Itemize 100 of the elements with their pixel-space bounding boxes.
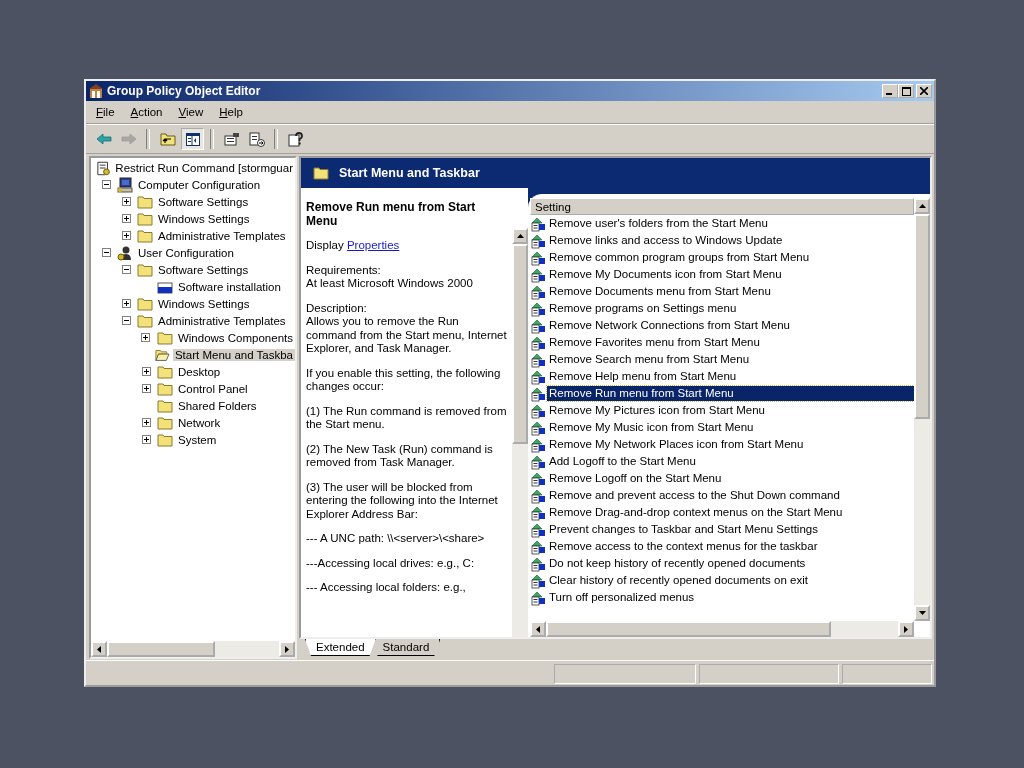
setting-item[interactable]: Remove My Documents icon from Start Menu xyxy=(547,267,784,282)
collapse-icon[interactable] xyxy=(101,248,111,257)
setting-item[interactable]: Remove user's folders from the Start Menu xyxy=(547,216,770,231)
setting-item[interactable]: Turn off personalized menus xyxy=(547,590,697,605)
view-tab[interactable]: Extended xyxy=(305,639,376,656)
setting-item[interactable]: Remove Run menu from Start Menu xyxy=(547,386,914,401)
setting-item[interactable]: Clear history of recently opened documents on exit xyxy=(547,573,810,588)
window-title: Group Policy Object Editor xyxy=(107,84,261,98)
description-paragraph: (3) The user will be blocked from entering the following into the Internet Explorer Address Bar: xyxy=(306,480,499,521)
tree-item[interactable]: User Configuration xyxy=(136,246,236,259)
folder-icon xyxy=(156,330,173,345)
setting-item[interactable]: Remove Favorites menu from Start Menu xyxy=(547,335,762,350)
scrollbar-thumb[interactable] xyxy=(107,641,215,657)
menu-item[interactable]: Action xyxy=(124,104,169,120)
expand-icon[interactable] xyxy=(141,367,151,376)
folder-icon xyxy=(137,228,153,243)
split-pane-icon xyxy=(185,132,200,146)
left-arrow-icon xyxy=(95,133,112,145)
expand-icon[interactable] xyxy=(121,231,131,240)
folder-up-icon xyxy=(159,132,176,146)
properties-icon xyxy=(223,132,240,146)
down-triangle-icon xyxy=(918,611,926,615)
tree-item[interactable]: Windows Components xyxy=(175,331,295,344)
setting-item[interactable]: Prevent changes to Taskbar and Start Menu Settings xyxy=(547,522,820,537)
folder-icon xyxy=(313,166,329,180)
menu-item[interactable]: View xyxy=(172,104,210,120)
policy-scroll-icon xyxy=(95,159,111,176)
tree-item[interactable]: Software Settings xyxy=(156,195,251,208)
scroll-left-button[interactable] xyxy=(530,621,546,637)
collapse-icon[interactable] xyxy=(101,180,111,189)
tree-item[interactable]: Windows Settings xyxy=(156,212,252,225)
folder-icon xyxy=(137,313,153,328)
setting-item[interactable]: Remove Search menu from Start Menu xyxy=(547,352,752,367)
tree-item[interactable]: Network xyxy=(176,416,223,429)
tree-item[interactable]: Control Panel xyxy=(176,382,250,395)
setting-item[interactable]: Remove My Pictures icon from Start Menu xyxy=(547,403,767,418)
setting-item[interactable]: Add Logoff to the Start Menu xyxy=(547,454,698,469)
close-button[interactable] xyxy=(916,84,932,98)
folder-icon xyxy=(157,432,173,447)
scroll-up-button[interactable] xyxy=(512,228,528,244)
expand-icon[interactable] xyxy=(121,299,131,308)
tree-item[interactable]: Windows Settings xyxy=(156,297,252,310)
tree-item[interactable]: Desktop xyxy=(176,365,223,378)
setting-item[interactable]: Remove and prevent access to the Shut Down command xyxy=(547,488,842,503)
minimize-button[interactable] xyxy=(882,84,898,98)
collapse-icon[interactable] xyxy=(121,316,131,325)
setting-item[interactable]: Remove programs on Settings menu xyxy=(547,301,739,316)
setting-item[interactable]: Remove Documents menu from Start Menu xyxy=(547,284,773,299)
properties-link[interactable]: Properties xyxy=(346,239,400,251)
description-paragraph: ---Accessing local drives: e.g., C: xyxy=(306,556,476,570)
setting-item[interactable]: Remove Network Connections from Start Menu xyxy=(547,318,792,333)
column-header[interactable]: Setting xyxy=(530,198,914,215)
menu-item[interactable]: File xyxy=(90,104,121,120)
expand-icon[interactable] xyxy=(141,384,151,393)
tree-item[interactable]: Computer Configuration xyxy=(136,178,263,191)
scrollbar-thumb[interactable] xyxy=(914,214,930,419)
expand-icon[interactable] xyxy=(121,197,131,206)
setting-item[interactable]: Do not keep history of recently opened documents xyxy=(547,556,808,571)
tree-button[interactable] xyxy=(181,128,204,150)
scroll-up-button[interactable] xyxy=(914,198,930,214)
tree-item[interactable]: Software installation xyxy=(176,280,283,293)
setting-item[interactable]: Remove links and access to Windows Update xyxy=(547,233,785,248)
expand-icon[interactable] xyxy=(121,214,131,223)
setting-item[interactable]: Remove access to the context menus for the taskbar xyxy=(547,539,820,554)
expand-icon[interactable] xyxy=(141,418,151,427)
tree-item[interactable]: System xyxy=(176,433,219,446)
menu-item[interactable]: Help xyxy=(213,104,249,120)
maximize-button[interactable] xyxy=(898,84,914,98)
expand-icon[interactable] xyxy=(141,333,151,342)
scrollbar-thumb[interactable] xyxy=(512,244,528,444)
scrollbar-thumb[interactable] xyxy=(546,621,831,637)
tree-item[interactable]: Start Menu and Taskba xyxy=(172,348,295,361)
expand-icon[interactable] xyxy=(141,435,151,444)
up-triangle-icon xyxy=(516,234,524,238)
display-line: Display Properties xyxy=(306,239,401,253)
scroll-right-button[interactable] xyxy=(279,641,295,657)
setting-title: Remove Run menu from Start Menu xyxy=(306,200,477,228)
scroll-right-button[interactable] xyxy=(898,621,914,637)
installer-box-icon xyxy=(157,279,173,294)
scroll-down-button[interactable] xyxy=(914,605,930,621)
app-icon xyxy=(88,83,104,99)
setting-item[interactable]: Remove common program groups from Start Menu xyxy=(547,250,812,265)
scroll-left-button[interactable] xyxy=(91,641,107,657)
tree-item[interactable]: Restrict Run Command [stormguar xyxy=(113,161,295,174)
setting-item[interactable]: Remove Logoff on the Start Menu xyxy=(547,471,724,486)
tree-item[interactable]: Administrative Templates xyxy=(156,314,288,327)
tree-item[interactable]: Shared Folders xyxy=(176,399,259,412)
setting-item[interactable]: Remove Help menu from Start Menu xyxy=(547,369,739,384)
setting-item[interactable]: Remove My Music icon from Start Menu xyxy=(547,420,756,435)
right-triangle-icon xyxy=(904,625,908,633)
collapse-icon[interactable] xyxy=(121,265,131,274)
tree-item[interactable]: Software Settings xyxy=(156,263,251,276)
description-paragraph: Requirements: At least Microsoft Windows 2000 xyxy=(306,263,474,291)
header-title: Start Menu and Taskbar xyxy=(339,166,480,180)
description-paragraph: Description: Allows you to remove the Run command from the Start menu, Internet Explorer, and Task Manager. xyxy=(306,301,508,356)
tree-item[interactable]: Administrative Templates xyxy=(156,229,288,242)
folder-icon xyxy=(137,262,153,277)
setting-item[interactable]: Remove Drag-and-drop context menus on the Start Menu xyxy=(547,505,845,520)
setting-item[interactable]: Remove My Network Places icon from Start Menu xyxy=(547,437,806,452)
export-list-icon xyxy=(248,131,265,147)
